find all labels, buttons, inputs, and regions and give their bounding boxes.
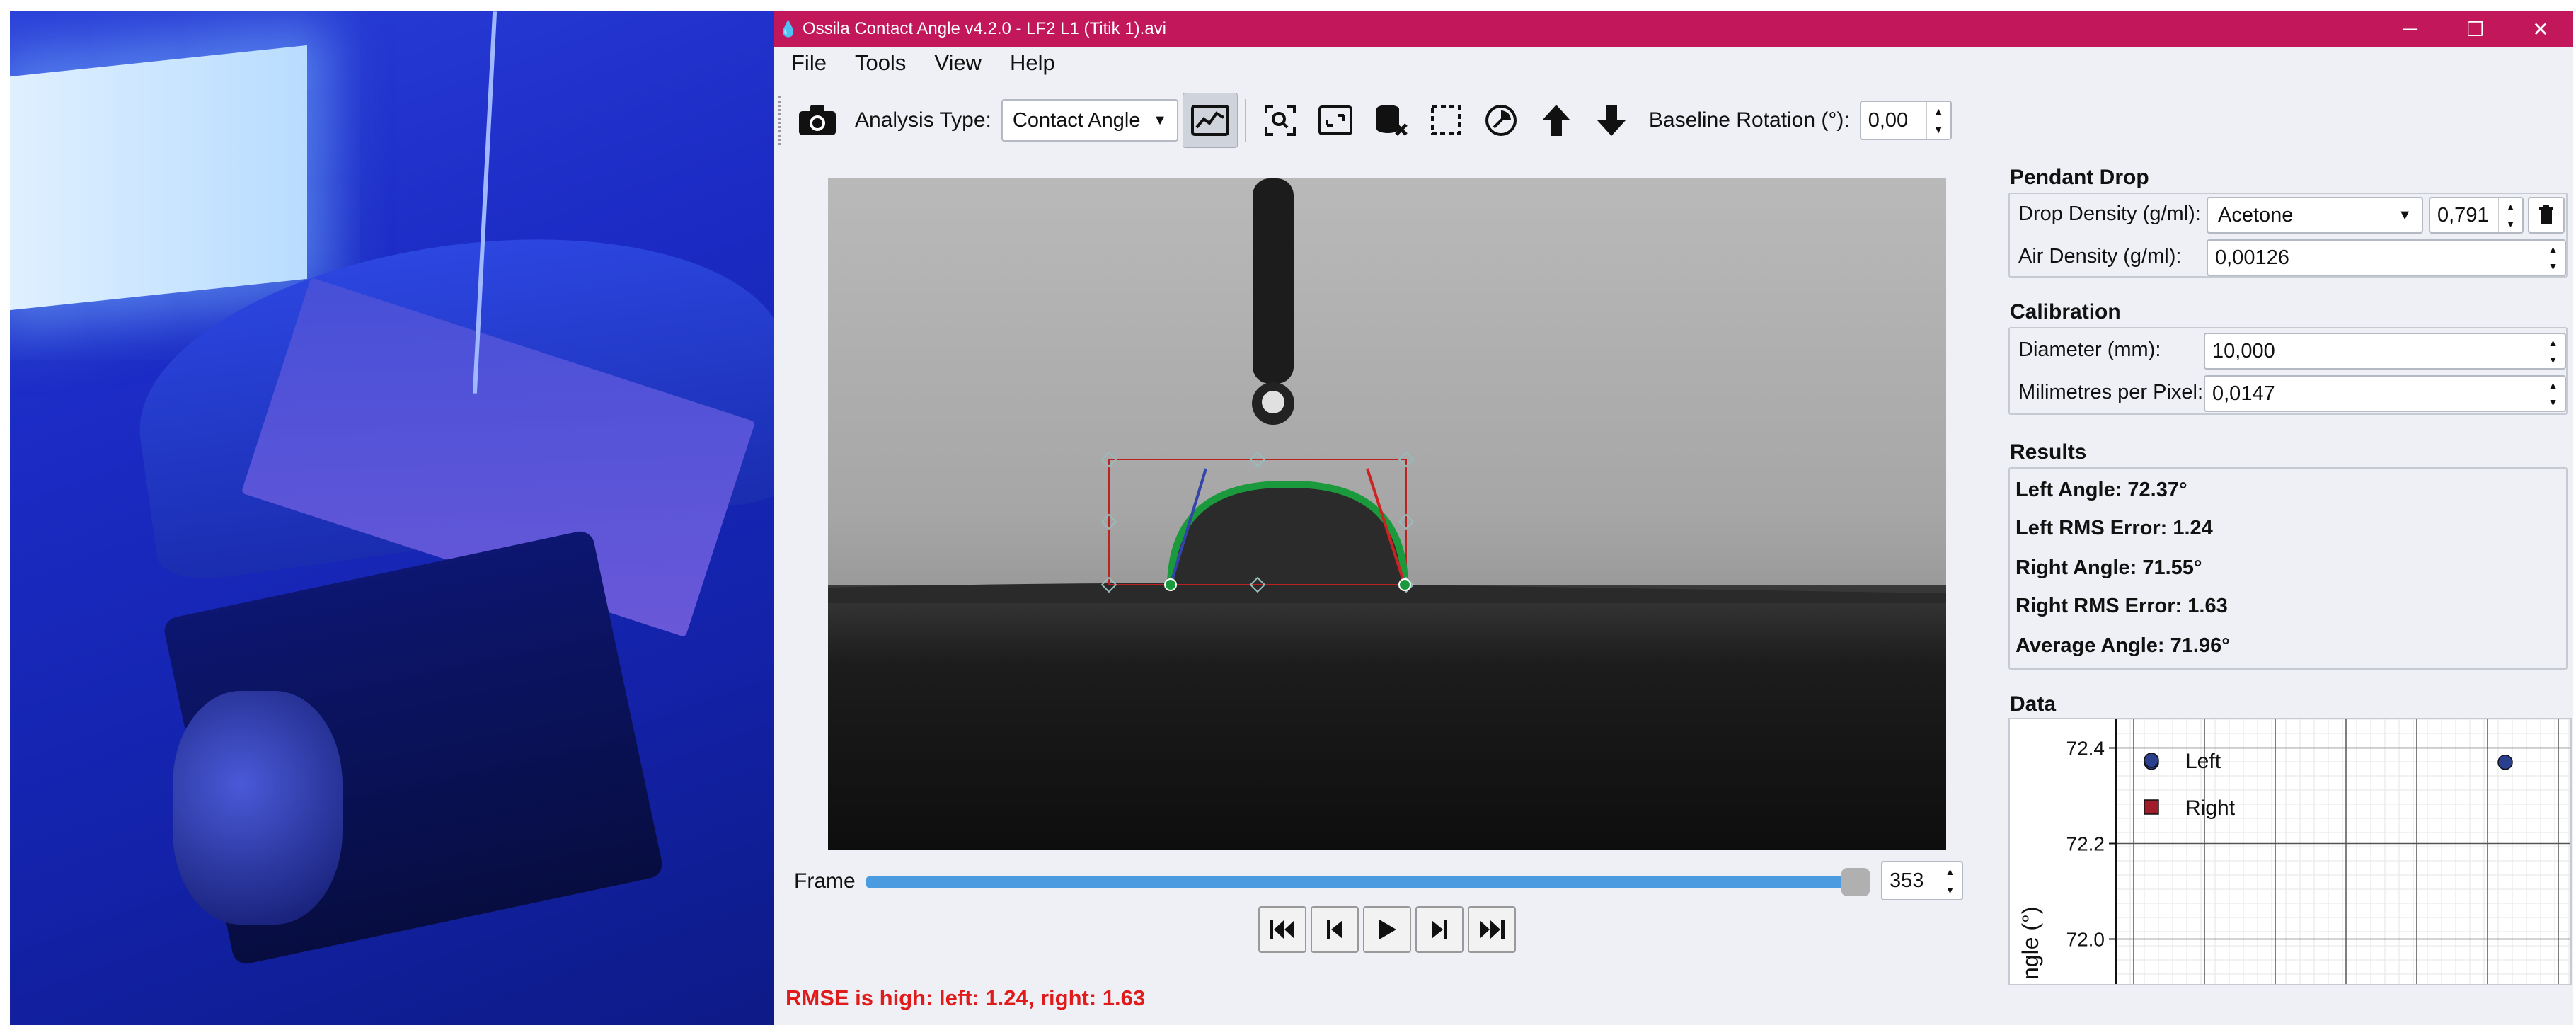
drop-density-spinbox[interactable]: 0,791 ▲ ▼ <box>2429 197 2524 234</box>
results-group: Left Angle: 72.37° Left RMS Error: 1.24 … <box>2008 467 2568 670</box>
baseline-rotation-label: Baseline Rotation (°): <box>1648 108 1850 132</box>
right-angle-result: Right Angle: 71.55° <box>2016 556 2202 579</box>
next-frame-icon[interactable] <box>1415 906 1464 953</box>
air-density-value: 0,00126 <box>2215 246 2289 269</box>
restore-button[interactable]: ❐ <box>2443 11 2508 47</box>
ossila-drop-icon: 💧 <box>778 20 798 38</box>
previous-frame-icon[interactable] <box>1311 906 1359 953</box>
diameter-spinbox[interactable]: 10,000 ▲ ▼ <box>2204 333 2566 370</box>
close-button[interactable]: ✕ <box>2508 11 2573 47</box>
first-frame-icon[interactable] <box>1258 906 1306 953</box>
pendant-drop-group: Drop Density (g/ml): Acetone ▼ 0,791 ▲ ▼ … <box>2008 193 2568 278</box>
drop-liquid-select[interactable]: Acetone ▼ <box>2207 197 2423 234</box>
baseline-rotation-spinbox[interactable]: 0,00 ▲ ▼ <box>1859 101 1952 140</box>
analysis-graph-icon[interactable] <box>1182 93 1238 148</box>
diameter-value: 10,000 <box>2212 339 2275 362</box>
frame-label: Frame <box>794 869 856 893</box>
left-contact-point <box>1164 578 1177 591</box>
y-tick-label: 72.2 <box>2066 833 2105 855</box>
spin-arrows-icon[interactable]: ▲ ▼ <box>2541 377 2565 411</box>
chevron-down-icon: ▼ <box>2398 207 2412 223</box>
left-angle-result: Left Angle: 72.37° <box>2016 479 2187 501</box>
right-rms-result: Right RMS Error: 1.63 <box>2016 595 2228 617</box>
fullscreen-icon[interactable] <box>1308 93 1363 148</box>
mm-per-pixel-value: 0,0147 <box>2212 382 2275 405</box>
settings-panel: Pendant Drop Drop Density (g/ml): Aceton… <box>2008 166 2572 1008</box>
legend-marker-left <box>2144 753 2159 768</box>
chevron-down-icon: ▼ <box>1153 112 1167 128</box>
analysis-type-label: Analysis Type: <box>855 108 991 132</box>
play-icon[interactable] <box>1363 906 1411 953</box>
spin-arrows-icon[interactable]: ▲ ▼ <box>1926 102 1950 139</box>
status-message: RMSE is high: left: 1.24, right: 1.63 <box>786 985 1146 1010</box>
app-window: 💧 Ossila Contact Angle v4.2.0 - LF2 L1 (… <box>774 11 2573 1025</box>
menu-bar: File Tools View Help <box>774 47 2573 79</box>
spin-arrows-icon[interactable]: ▲ ▼ <box>1938 862 1962 899</box>
air-density-spinbox[interactable]: 0,00126 ▲ ▼ <box>2207 239 2566 276</box>
results-title: Results <box>2010 440 2087 464</box>
right-contact-point <box>1398 578 1411 591</box>
sessile-drop <box>1171 484 1405 585</box>
camera-photo <box>10 11 774 1025</box>
menu-file[interactable]: File <box>791 50 827 76</box>
move-down-icon[interactable] <box>1584 93 1639 148</box>
analysis-type-value: Contact Angle <box>1012 108 1141 132</box>
title-bar: 💧 Ossila Contact Angle v4.2.0 - LF2 L1 (… <box>774 11 2573 47</box>
menu-help[interactable]: Help <box>1010 50 1055 76</box>
delete-liquid-button[interactable] <box>2528 197 2565 234</box>
mm-per-pixel-spinbox[interactable]: 0,0147 ▲ ▼ <box>2204 375 2566 412</box>
left-rms-result: Left RMS Error: 1.24 <box>2016 517 2213 539</box>
photo-knob <box>173 691 343 925</box>
spin-arrows-icon[interactable]: ▲ ▼ <box>2541 241 2565 275</box>
data-chart[interactable]: 72.4 72.2 72.0 ngle (°) Left Right <box>2008 718 2572 985</box>
minimize-button[interactable]: ─ <box>2378 11 2443 47</box>
data-point-left <box>2497 755 2513 770</box>
calibration-group: Diameter (mm): 10,000 ▲ ▼ Milimetres per … <box>2008 327 2568 415</box>
clear-data-icon[interactable] <box>1363 93 1418 148</box>
drop-density-label: Drop Density (g/ml): <box>2018 202 2201 225</box>
frame-value: 353 <box>1890 869 1924 892</box>
spin-arrows-icon[interactable]: ▲ ▼ <box>2498 198 2522 232</box>
data-title: Data <box>2010 692 2057 716</box>
average-angle-result: Average Angle: 71.96° <box>2016 634 2230 657</box>
last-frame-icon[interactable] <box>1468 906 1516 953</box>
menu-view[interactable]: View <box>934 50 982 76</box>
frame-slider-thumb[interactable] <box>1841 868 1870 896</box>
baseline-rotation-value: 0,00 <box>1868 108 1909 132</box>
camera-icon[interactable] <box>790 93 845 148</box>
toolbar: Analysis Type: Contact Angle ▼ Baseline … <box>774 85 2573 156</box>
analysis-type-select[interactable]: Contact Angle ▼ <box>1001 99 1178 142</box>
y-tick-label: 72.4 <box>2066 738 2105 760</box>
playback-controls <box>1258 906 1516 953</box>
diameter-label: Diameter (mm): <box>2018 338 2161 361</box>
frame-spinbox[interactable]: 353 ▲ ▼ <box>1881 861 1963 900</box>
y-tick-label: 72.0 <box>2066 929 2105 951</box>
mm-per-pixel-label: Milimetres per Pixel: <box>2018 381 2204 404</box>
drop-liquid-value: Acetone <box>2218 203 2294 227</box>
air-density-label: Air Density (g/ml): <box>2018 245 2182 268</box>
window-title: Ossila Contact Angle v4.2.0 - LF2 L1 (Ti… <box>803 19 1166 38</box>
zoom-fit-icon[interactable] <box>1253 93 1308 148</box>
trash-icon <box>2539 205 2553 224</box>
drop-image-viewer[interactable] <box>828 178 1946 850</box>
legend-label-right: Right <box>2185 796 2236 820</box>
spin-arrows-icon[interactable]: ▲ ▼ <box>2541 334 2565 368</box>
drop-density-value: 0,791 <box>2437 203 2489 227</box>
photo-light-panel <box>10 45 307 311</box>
y-axis-label: ngle (°) <box>2018 907 2043 980</box>
move-up-icon[interactable] <box>1529 93 1584 148</box>
data-chart-svg: 72.4 72.2 72.0 ngle (°) Left Right <box>2018 719 2570 984</box>
calibration-title: Calibration <box>2010 300 2121 324</box>
toolbar-grip[interactable] <box>778 96 790 145</box>
menu-tools[interactable]: Tools <box>855 50 906 76</box>
legend-label-left: Left <box>2185 750 2221 773</box>
frame-slider-fill <box>866 876 1856 888</box>
dispensing-needle <box>1253 178 1294 384</box>
crop-region-icon[interactable] <box>1418 93 1473 148</box>
pendant-drop-title: Pendant Drop <box>2010 166 2149 189</box>
frame-slider[interactable] <box>866 868 1870 896</box>
legend-marker-right <box>2144 799 2159 815</box>
auto-detect-icon[interactable] <box>1473 93 1529 148</box>
drop-overlay <box>828 178 1946 603</box>
